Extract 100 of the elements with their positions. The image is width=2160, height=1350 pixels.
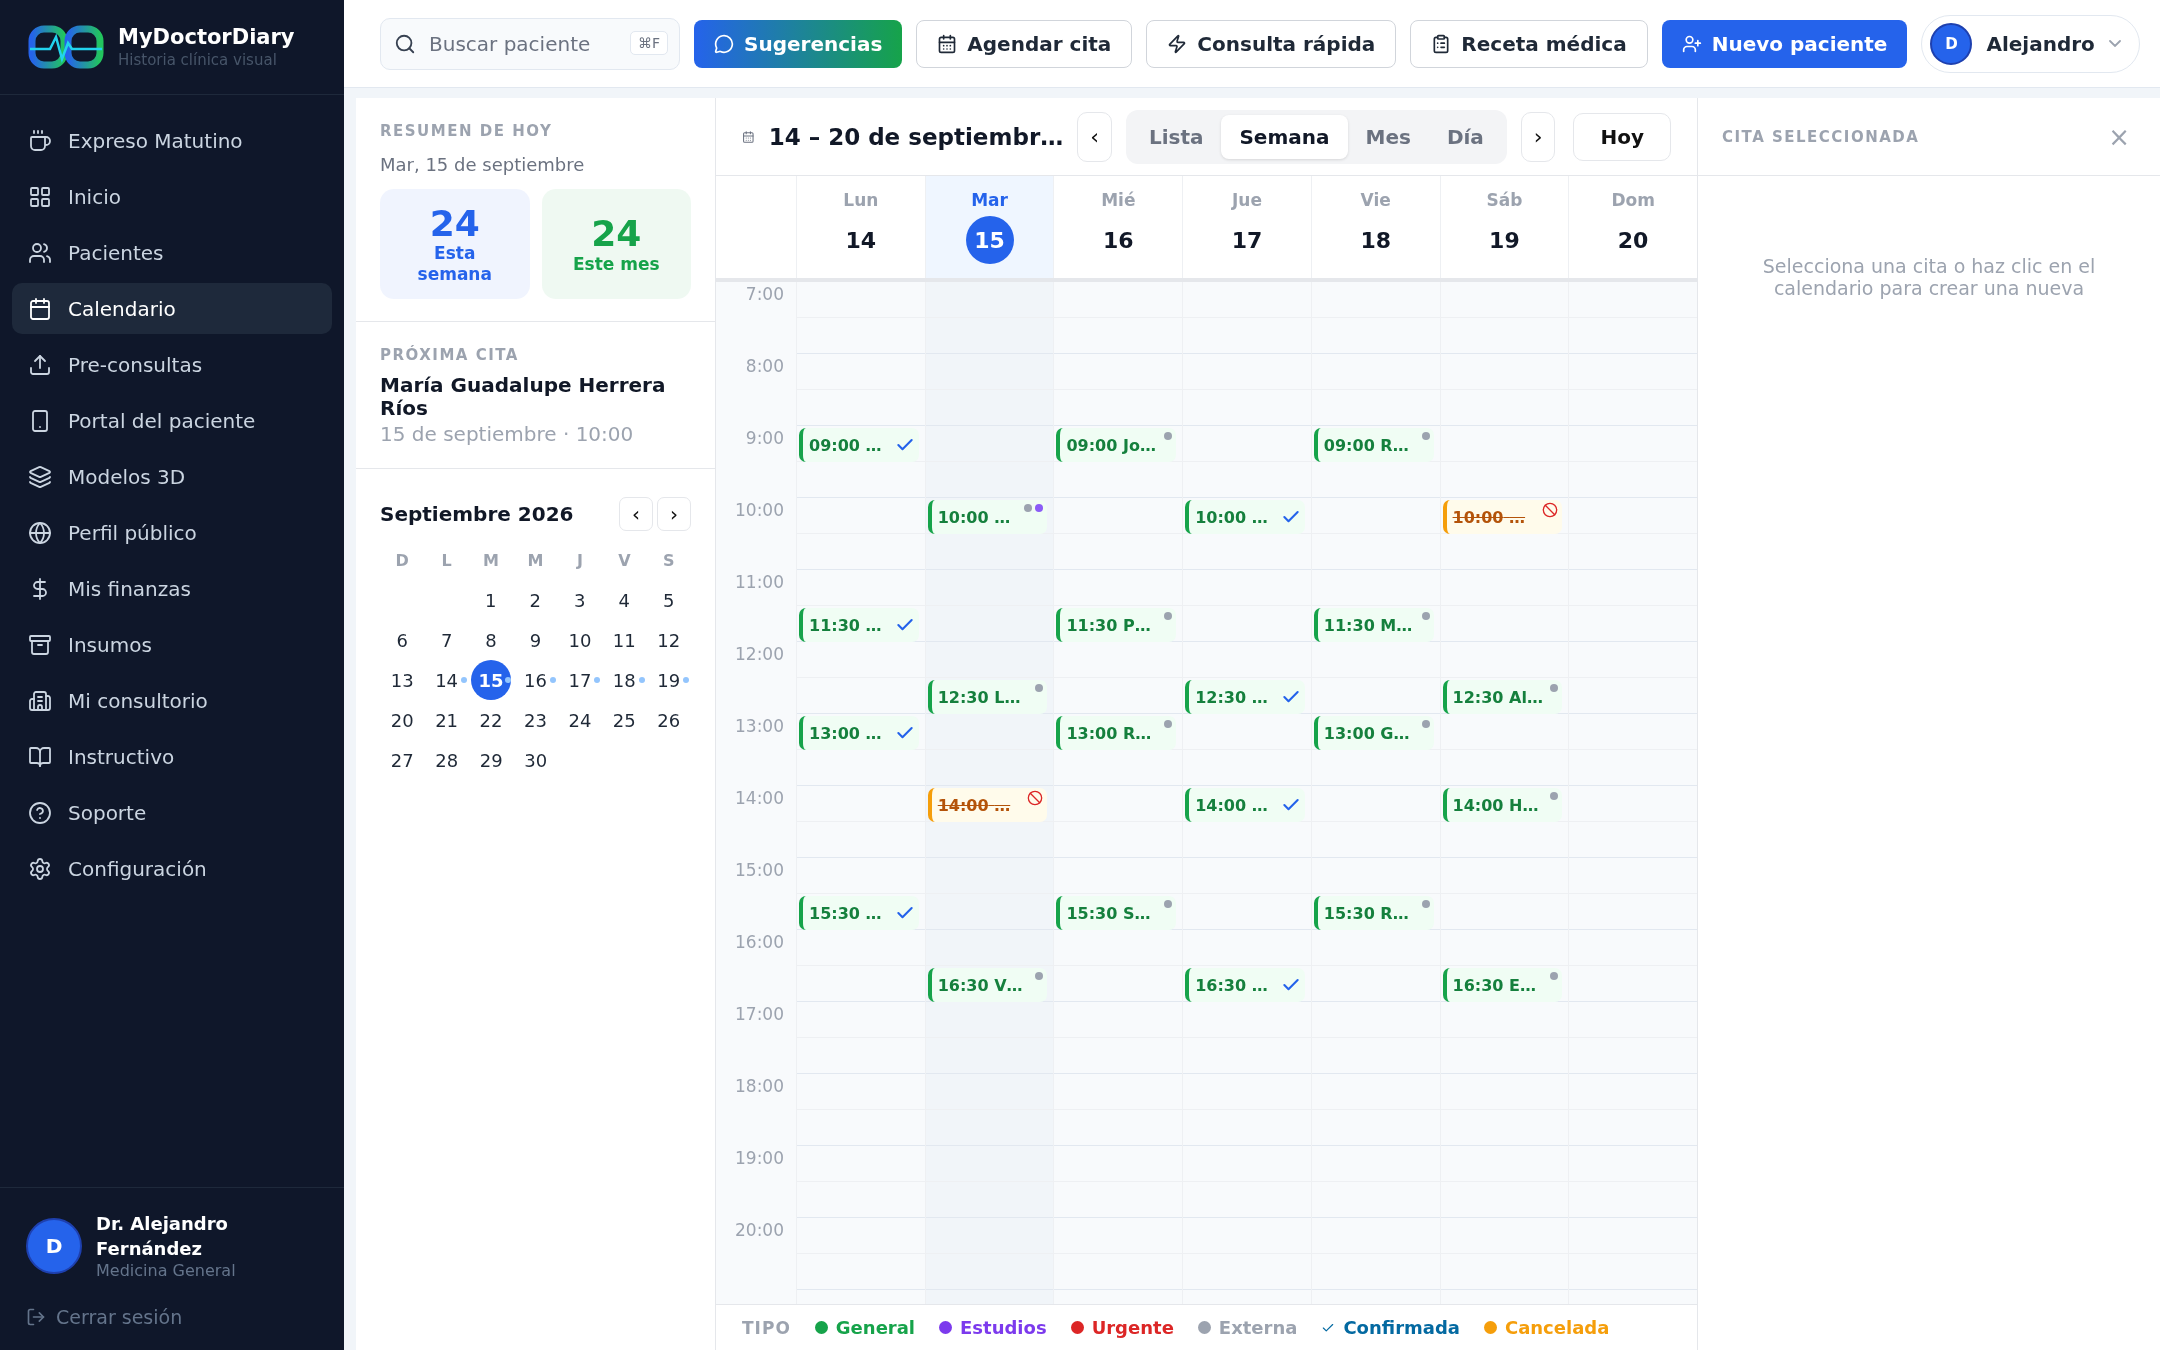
calendar-day[interactable]: 15 [471,660,512,700]
appointment[interactable]: 10:00 … [1185,500,1305,534]
view-tab[interactable]: Mes [1347,114,1429,159]
hour-label: 16:00 [734,931,785,954]
appointment[interactable]: 12:30 Al… [1442,680,1563,714]
calendar-day[interactable]: 23 [524,709,547,731]
appointment[interactable]: 09:00 … [799,428,919,462]
appointment[interactable]: 09:00 Jo… [1056,428,1177,462]
appointment[interactable]: 14:00 … [1185,788,1305,822]
appointment[interactable]: 10:00 … [1442,500,1563,534]
hour-label: 19:00 [734,1147,785,1170]
appointment[interactable]: 14:00 H… [1442,788,1563,822]
calendar-day[interactable]: 28 [435,749,459,771]
calendar-day[interactable]: 9 [529,629,542,651]
appointment[interactable]: 16:30 V… [927,968,1048,1002]
day-number: 17 [1230,226,1264,255]
appointment[interactable]: 13:00 … [799,716,919,750]
calendar-day[interactable]: 3 [574,589,586,611]
calendar-day[interactable]: 14 [435,669,459,691]
toolbar-button[interactable]: Nuevo paciente [1661,19,1908,68]
sidebar-item[interactable]: Perfil público [12,507,332,558]
sidebar-item[interactable]: Mi consultorio [12,675,332,726]
calendar-day[interactable]: 29 [479,749,503,771]
toolbar-button[interactable]: Consulta rápida [1146,19,1397,68]
calendar-day[interactable]: 12 [657,629,681,651]
sidebar-item[interactable]: Expreso Matutino [12,115,332,166]
sidebar-item[interactable]: Modelos 3D [12,451,332,502]
section-title: RESUMEN DE HOY [380,122,554,140]
appointment[interactable]: 14:00 … [927,788,1048,822]
calendar-day[interactable]: 21 [435,709,459,731]
appointment[interactable]: 12:30 … [1185,680,1305,714]
stat-label: Este mes [571,253,661,274]
calendar-day[interactable]: 1 [485,589,497,611]
appointment[interactable]: 11:30 … [799,608,919,642]
calendar-day[interactable]: 20 [390,709,414,731]
logout-link[interactable]: Cerrar sesión [26,1306,318,1328]
sidebar-item[interactable]: Insumos [12,619,332,670]
stat-label: Esta semana [416,243,493,285]
sidebar-item[interactable]: Instructivo [12,731,332,782]
calendar-day[interactable]: 17 [568,669,592,691]
appointment[interactable]: 15:30 … [799,896,919,930]
section-title: PRÓXIMA CITA [380,346,520,364]
sidebar-item[interactable]: Configuración [12,843,332,894]
hour-label: 10:00 [734,499,785,522]
next-month-button[interactable]: › [657,497,691,531]
appointment[interactable]: 15:30 S… [1056,896,1177,930]
sidebar-item[interactable]: Portal del paciente [12,395,332,446]
appointment[interactable]: 10:00 … [927,500,1048,534]
sidebar-item[interactable]: Soporte [12,787,332,838]
appointment[interactable]: 11:30 P… [1056,608,1177,642]
calendar-day[interactable]: 11 [612,629,636,651]
calendar-day[interactable]: 22 [479,709,503,731]
sidebar-item[interactable]: Pre-consultas [12,339,332,390]
calendar-day[interactable]: 13 [390,669,414,691]
calendar-day[interactable]: 19 [657,669,681,691]
appointment[interactable]: 09:00 R… [1313,428,1434,462]
appointment[interactable]: 15:30 R… [1313,896,1434,930]
calendar-day[interactable]: 7 [440,629,453,651]
calendar-day[interactable]: 26 [657,709,681,731]
calendar-day[interactable]: 6 [396,629,408,651]
toolbar-button[interactable]: Sugerencias [694,19,903,68]
hour-label: 18:00 [734,1075,785,1098]
calendar-day[interactable]: 30 [524,749,548,771]
sidebar-item[interactable]: Calendario [12,283,332,334]
next-button[interactable]: › [1520,111,1556,162]
calendar-day[interactable]: 16 [524,669,547,691]
calendar-day[interactable]: 2 [529,589,541,611]
toolbar-button[interactable]: Agendar cita [916,19,1133,68]
calendar-day[interactable]: 10 [568,629,592,651]
patient-name: María Guadalupe Herrera Ríos [380,374,667,420]
user-menu[interactable]: D Alejandro [1921,14,2140,73]
calendar-day[interactable]: 27 [390,749,414,771]
today-button[interactable]: Hoy [1573,112,1671,161]
weekday-name: Lun [843,190,879,210]
sidebar-item[interactable]: Inicio [12,171,332,222]
appointment[interactable]: 13:00 R… [1056,716,1177,750]
appointment[interactable]: 16:30 … [1185,968,1305,1002]
prev-month-button[interactable]: ‹ [619,497,653,531]
calendar-day[interactable]: 18 [612,669,636,691]
calendar-day[interactable]: 4 [618,589,630,611]
appointment[interactable]: 16:30 E… [1442,968,1563,1002]
sidebar-item[interactable]: Mis finanzas [12,563,332,614]
appointment[interactable]: 11:30 M… [1313,608,1434,642]
calendar-day[interactable]: 8 [485,629,497,651]
sidebar-item[interactable]: Pacientes [12,227,332,278]
appointment[interactable]: 12:30 L… [927,680,1048,714]
hour-label: 17:00 [734,1003,785,1026]
view-tab[interactable]: Día [1428,114,1502,159]
stat-value: 24 [591,214,642,254]
calendar-day[interactable]: 5 [663,589,675,611]
hour-label: 20:00 [734,1219,785,1242]
toolbar-button[interactable]: Receta médica [1410,19,1648,68]
prev-button[interactable]: ‹ [1077,111,1112,162]
view-tab[interactable]: Semana [1221,114,1348,159]
hour-label: 13:00 [734,715,785,738]
appointment[interactable]: 13:00 G… [1313,716,1434,750]
calendar-day[interactable]: 25 [612,709,636,731]
view-tab[interactable]: Lista [1130,114,1222,159]
calendar-day[interactable]: 24 [568,709,592,731]
weekday-name: Jue [1232,190,1262,210]
